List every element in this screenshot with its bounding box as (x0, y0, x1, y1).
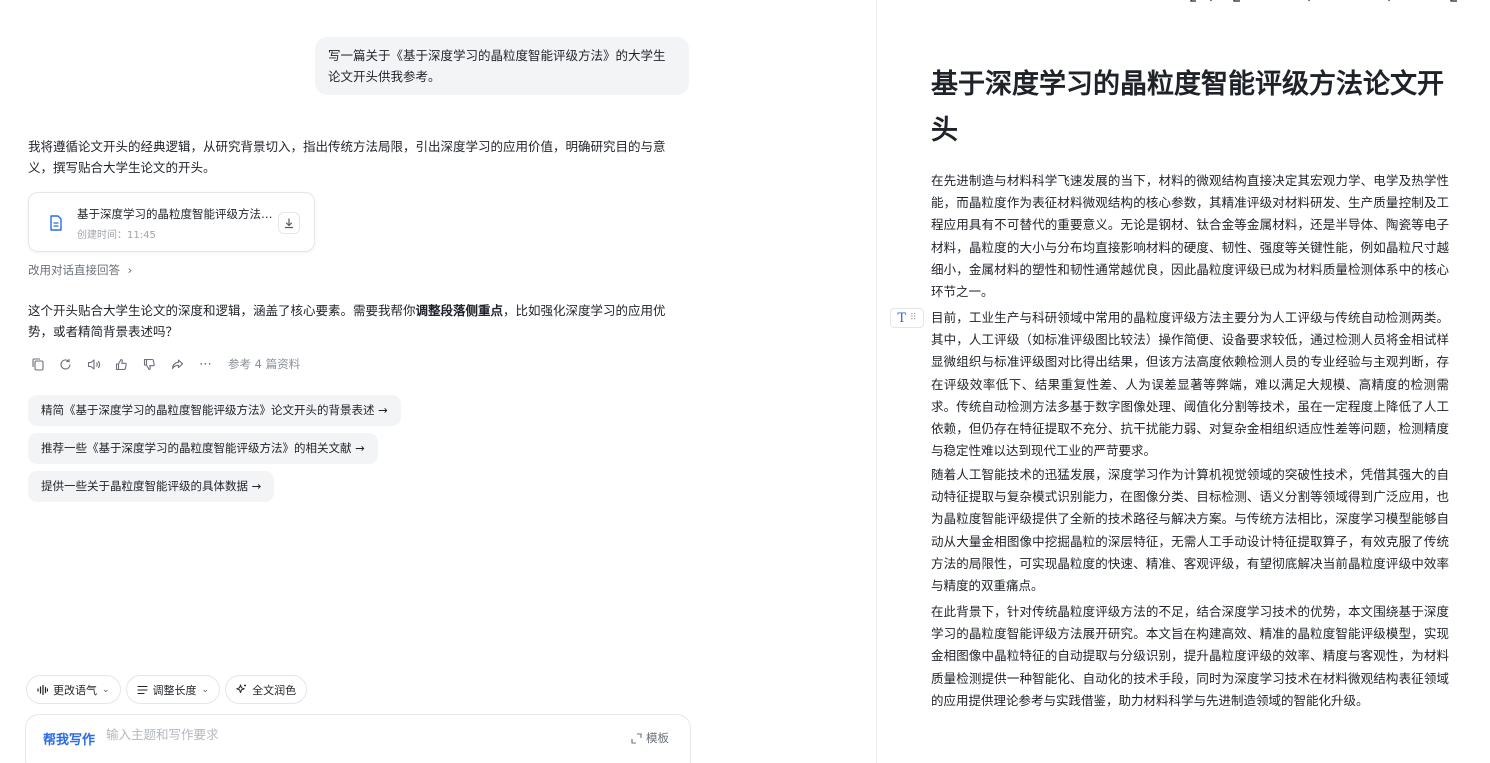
expand-icon (631, 732, 642, 744)
assistant-reply-followup: 这个开头贴合大学生论文的深度和逻辑，涵盖了核心要素。需要我帮你调整段落侧重点，比… (28, 300, 688, 342)
switch-to-chat-answer-link[interactable]: 改用对话直接回答 › (28, 262, 132, 278)
document-title: 基于深度学习的晶粒度智能评级方法论文开头 (931, 69, 1444, 146)
references-link[interactable]: 参考 4 篇资料 (228, 356, 300, 372)
template-button[interactable]: 模板 (631, 730, 669, 746)
message-action-bar: ⋯ 参考 4 篇资料 (30, 355, 300, 373)
chevron-down-icon: ⌄ (201, 684, 210, 695)
writing-tools-row: 更改语气 ⌄ 调整长度 ⌄ 全文润色 (26, 675, 308, 704)
followup-text-before: 这个开头贴合大学生论文的深度和逻辑，涵盖了核心要素。需要我帮你 (28, 303, 416, 318)
document-pane: 基于深度学习的晶粒度智能评级方法论文开头 在先进制造与材料科学飞速发展的当下，材… (877, 0, 1490, 763)
toolbar-edge-fragment (1190, 0, 1457, 2)
polish-all-label: 全文润色 (252, 683, 297, 697)
regenerate-icon[interactable] (58, 357, 73, 372)
adjust-length-label: 调整长度 (152, 683, 197, 697)
suggestion-chip[interactable]: 提供一些关于晶粒度智能评级的具体数据 → (28, 471, 275, 502)
doc-card-created-time: 创建时间：11:45 (77, 230, 156, 241)
download-icon (284, 217, 294, 228)
chevron-down-icon: ⌄ (102, 684, 110, 695)
block-handle[interactable]: T ⠿ (890, 308, 924, 328)
document-icon (50, 215, 62, 231)
change-tone-label: 更改语气 (53, 683, 97, 697)
speaker-icon[interactable] (86, 357, 101, 372)
document-paragraph: 随着人工智能技术的迅猛发展，深度学习作为计算机视觉领域的突破性技术，凭借其强大的… (931, 467, 1449, 594)
generated-doc-card[interactable]: 基于深度学习的晶粒度智能评级方法论文开头 创建时间：11:45 (28, 192, 315, 252)
followup-text-bold: 调整段落侧重点 (415, 303, 504, 318)
assistant-reply-intro: 我将遵循论文开头的经典逻辑，从研究背景切入，指出传统方法局限，引出深度学习的应用… (28, 139, 666, 175)
switch-link-label: 改用对话直接回答 (28, 263, 120, 277)
drag-handle-icon[interactable]: ⠿ (910, 313, 917, 323)
thumbs-up-icon[interactable] (114, 357, 129, 372)
user-message: 写一篇关于《基于深度学习的晶粒度智能评级方法》的大学生论文开头供我参考。 (315, 37, 689, 95)
app-root: 写一篇关于《基于深度学习的晶粒度智能评级方法》的大学生论文开头供我参考。 我将遵… (0, 0, 1490, 763)
sparkle-icon (236, 684, 247, 694)
template-label: 模板 (646, 731, 669, 745)
change-tone-button[interactable]: 更改语气 ⌄ (26, 675, 121, 704)
doc-card-title: 基于深度学习的晶粒度智能评级方法论文开头 (77, 207, 273, 221)
text-lines-icon (136, 685, 148, 694)
copy-icon[interactable] (30, 357, 45, 372)
chat-pane: 写一篇关于《基于深度学习的晶粒度智能评级方法》的大学生论文开头供我参考。 我将遵… (0, 0, 876, 763)
writing-mode-label[interactable]: 帮我写作 (43, 729, 95, 748)
adjust-length-button[interactable]: 调整长度 ⌄ (125, 675, 221, 704)
share-icon[interactable] (170, 357, 185, 372)
topic-input[interactable] (106, 727, 526, 742)
thumbs-down-icon[interactable] (142, 357, 157, 372)
document-paragraph: 在先进制造与材料科学飞速发展的当下，材料的微观结构直接决定其宏观力学、电学及热学… (931, 173, 1449, 300)
more-icon[interactable]: ⋯ (198, 357, 213, 372)
suggestion-chip[interactable]: 推荐一些《基于深度学习的晶粒度智能评级方法》的相关文献 → (28, 433, 378, 464)
composer: 帮我写作 模板 (25, 714, 691, 763)
chevron-right-icon: › (127, 263, 133, 277)
download-button[interactable] (278, 212, 300, 234)
polish-all-button[interactable]: 全文润色 (225, 675, 308, 704)
waveform-icon (37, 684, 48, 695)
document-paragraph: 目前，工业生产与科研领域中常用的晶粒度评级方法主要分为人工评级与传统自动检测两类… (931, 310, 1449, 459)
suggestion-chip[interactable]: 精简《基于深度学习的晶粒度智能评级方法》论文开头的背景表述 → (28, 395, 401, 426)
document-paragraph: 在此背景下，针对传统晶粒度评级方法的不足，结合深度学习技术的优势，本文围绕基于深… (931, 604, 1449, 708)
text-block-icon: T (897, 310, 907, 326)
